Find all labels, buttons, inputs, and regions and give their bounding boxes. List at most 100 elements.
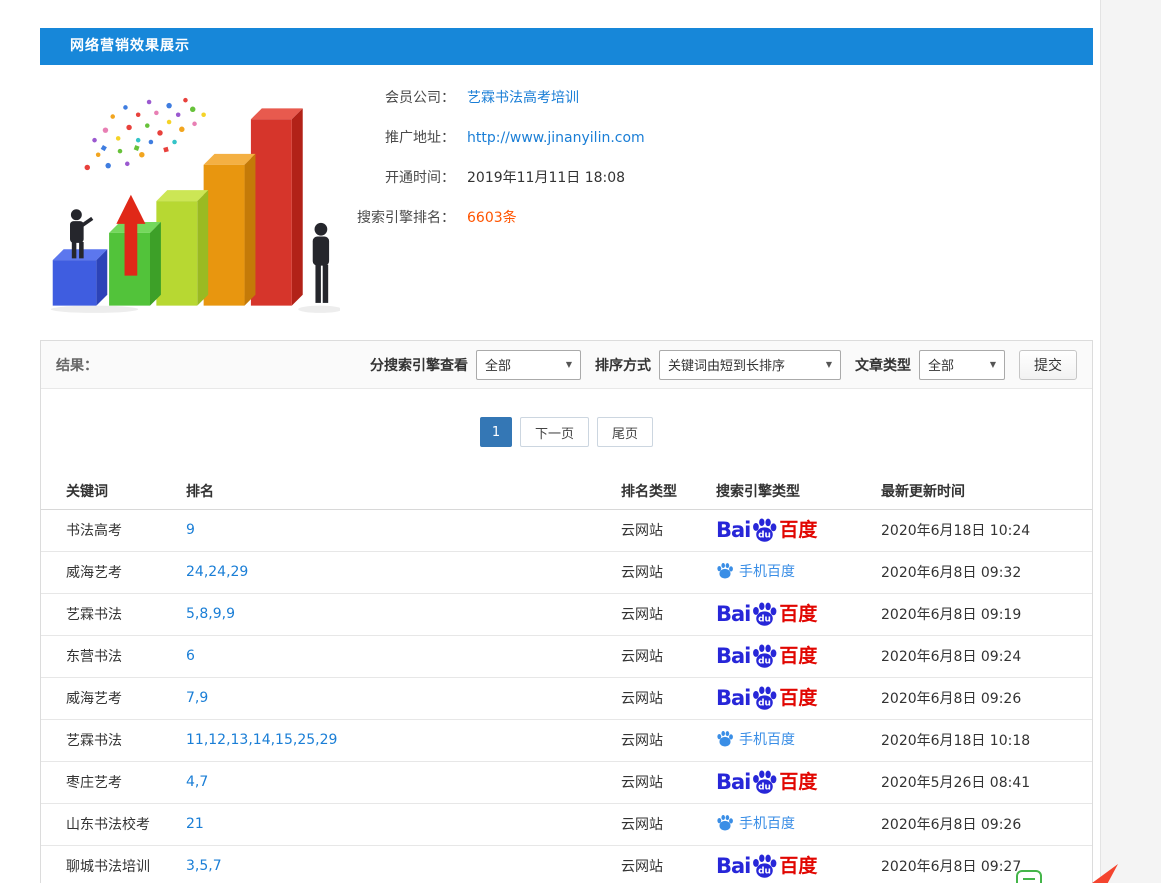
col-header-rank: 排名 xyxy=(186,473,621,509)
col-header-keyword: 关键词 xyxy=(41,473,186,509)
baidu-bai-text: Bai xyxy=(716,646,750,667)
baidu-cn-text: 百度 xyxy=(779,605,817,624)
open-time-label: 开通时间： xyxy=(340,168,455,188)
rank-cell[interactable]: 3,5,7 xyxy=(186,845,621,883)
company-link[interactable]: 艺霖书法高考培训 xyxy=(467,88,579,108)
table-row: 艺霖书法11,12,13,14,15,25,29云网站 手机百度2020年6月1… xyxy=(41,719,1092,761)
svg-text:du: du xyxy=(758,866,771,876)
main-content: 网络营销效果展示 xyxy=(40,28,1093,883)
rank-type-cell: 云网站 xyxy=(621,803,716,845)
rank-cell[interactable]: 4,7 xyxy=(186,761,621,803)
engine-cell: Bai du 百度 xyxy=(716,845,881,883)
updated-cell: 2020年6月8日 09:27 xyxy=(881,845,1092,883)
keyword-cell: 东营书法 xyxy=(41,635,186,677)
engine-filter-value: 全部 xyxy=(485,355,511,374)
article-type-label: 文章类型 xyxy=(855,355,911,375)
svg-text:du: du xyxy=(758,698,771,708)
mobile-baidu-text: 手机百度 xyxy=(739,729,795,749)
engine-cell: 手机百度 xyxy=(716,719,881,761)
filter-controls: 分搜索引擎查看 全部 ▼ 排序方式 关键词由短到长排序 ▼ 文章类型 全部 ▼ xyxy=(370,350,1077,380)
sort-filter-select[interactable]: 关键词由短到长排序 ▼ xyxy=(659,350,841,380)
updated-cell: 2020年6月8日 09:24 xyxy=(881,635,1092,677)
baidu-logo: Bai du 百度 xyxy=(716,601,817,628)
engine-filter-select[interactable]: 全部 ▼ xyxy=(476,350,581,380)
keyword-cell: 山东书法校考 xyxy=(41,803,186,845)
baidu-paw-icon: du xyxy=(751,517,778,544)
table-row: 书法高考9云网站 Bai du 百度2020年6月18日 10:24 xyxy=(41,509,1092,551)
sort-filter-label: 排序方式 xyxy=(595,355,651,375)
baidu-bai-text: Bai xyxy=(716,856,750,877)
pagination: 1 下一页 尾页 xyxy=(41,417,1092,447)
engine-rank-count: 6603条 xyxy=(467,208,517,228)
engine-cell: Bai du 百度 xyxy=(716,635,881,677)
baidu-bai-text: Bai xyxy=(716,688,750,709)
rank-type-cell: 云网站 xyxy=(621,593,716,635)
bar-red xyxy=(251,108,303,305)
page-title-bar: 网络营销效果展示 xyxy=(40,28,1093,65)
svg-text:du: du xyxy=(758,530,771,540)
result-label: 结果： xyxy=(56,355,98,375)
rank-cell[interactable]: 11,12,13,14,15,25,29 xyxy=(186,719,621,761)
promo-url-link[interactable]: http://www.jinanyilin.com xyxy=(467,128,645,148)
keyword-cell: 威海艺考 xyxy=(41,677,186,719)
keyword-cell: 威海艺考 xyxy=(41,551,186,593)
table-row: 东营书法6云网站 Bai du 百度 2020年6月8日 09:24 xyxy=(41,635,1092,677)
promo-arrow-icon[interactable] xyxy=(1088,864,1122,883)
submit-button[interactable]: 提交 xyxy=(1019,350,1077,380)
bar-orange xyxy=(204,154,256,306)
col-header-engine-type: 搜索引擎类型 xyxy=(716,473,881,509)
baidu-logo: Bai du 百度 xyxy=(716,643,817,670)
updated-cell: 2020年6月8日 09:32 xyxy=(881,551,1092,593)
baidu-paw-icon xyxy=(716,562,734,580)
baidu-cn-text: 百度 xyxy=(779,773,817,792)
table-row: 枣庄艺考4,7云网站 Bai du 百度2020年5月26日 08:41 xyxy=(41,761,1092,803)
chat-widget-icon[interactable] xyxy=(1016,870,1042,883)
mobile-baidu-logo: 手机百度 xyxy=(716,813,795,833)
rank-cell[interactable]: 5,8,9,9 xyxy=(186,593,621,635)
rank-cell[interactable]: 6 xyxy=(186,635,621,677)
last-page-button[interactable]: 尾页 xyxy=(597,417,653,447)
person-right xyxy=(313,223,329,303)
keyword-cell: 艺霖书法 xyxy=(41,719,186,761)
rank-cell[interactable]: 24,24,29 xyxy=(186,551,621,593)
table-row: 威海艺考24,24,29云网站 手机百度2020年6月8日 09:32 xyxy=(41,551,1092,593)
chevron-down-icon: ▼ xyxy=(566,360,572,369)
updated-cell: 2020年6月8日 09:19 xyxy=(881,593,1092,635)
bar-chart-illustration xyxy=(40,76,340,328)
company-label: 会员公司： xyxy=(340,88,455,108)
baidu-bai-text: Bai xyxy=(716,604,750,625)
article-type-select[interactable]: 全部 ▼ xyxy=(919,350,1005,380)
rank-cell[interactable]: 21 xyxy=(186,803,621,845)
rank-cell[interactable]: 7,9 xyxy=(186,677,621,719)
engine-filter-label: 分搜索引擎查看 xyxy=(370,355,468,375)
table-row: 聊城书法培训3,5,7云网站 Bai du 百度2020年6月8日 09:27 xyxy=(41,845,1092,883)
baidu-paw-icon xyxy=(716,814,734,832)
baidu-cn-text: 百度 xyxy=(779,647,817,666)
sort-filter-value: 关键词由短到长排序 xyxy=(668,355,785,374)
engine-cell: Bai du 百度 xyxy=(716,509,881,551)
keyword-cell: 枣庄艺考 xyxy=(41,761,186,803)
article-type-value: 全部 xyxy=(928,355,954,374)
baidu-bai-text: Bai xyxy=(716,520,750,541)
member-info-rows: 会员公司： 艺霖书法高考培训 推广地址： http://www.jinanyil… xyxy=(340,76,645,328)
keyword-cell: 书法高考 xyxy=(41,509,186,551)
baidu-logo: Bai du 百度 xyxy=(716,769,817,796)
chevron-down-icon: ▼ xyxy=(990,360,996,369)
promo-url-row: 推广地址： http://www.jinanyilin.com xyxy=(340,128,645,168)
baidu-paw-icon: du xyxy=(751,853,778,880)
updated-cell: 2020年6月18日 10:18 xyxy=(881,719,1092,761)
updated-cell: 2020年5月26日 08:41 xyxy=(881,761,1092,803)
page-title: 网络营销效果展示 xyxy=(70,38,190,54)
col-header-updated: 最新更新时间 xyxy=(881,473,1092,509)
confetti-dots xyxy=(85,98,206,170)
rank-cell[interactable]: 9 xyxy=(186,509,621,551)
results-panel: 结果： 分搜索引擎查看 全部 ▼ 排序方式 关键词由短到长排序 ▼ 文章类型 全… xyxy=(40,340,1093,883)
engine-rank-label: 搜索引擎排名： xyxy=(340,208,455,228)
baidu-bai-text: Bai xyxy=(716,772,750,793)
results-table: 关键词 排名 排名类型 搜索引擎类型 最新更新时间 书法高考9云网站 Bai d… xyxy=(41,473,1092,883)
page-number-1[interactable]: 1 xyxy=(480,417,512,447)
rank-type-cell: 云网站 xyxy=(621,635,716,677)
filter-bar: 结果： 分搜索引擎查看 全部 ▼ 排序方式 关键词由短到长排序 ▼ 文章类型 全… xyxy=(41,341,1092,389)
next-page-button[interactable]: 下一页 xyxy=(520,417,589,447)
baidu-paw-icon: du xyxy=(751,685,778,712)
